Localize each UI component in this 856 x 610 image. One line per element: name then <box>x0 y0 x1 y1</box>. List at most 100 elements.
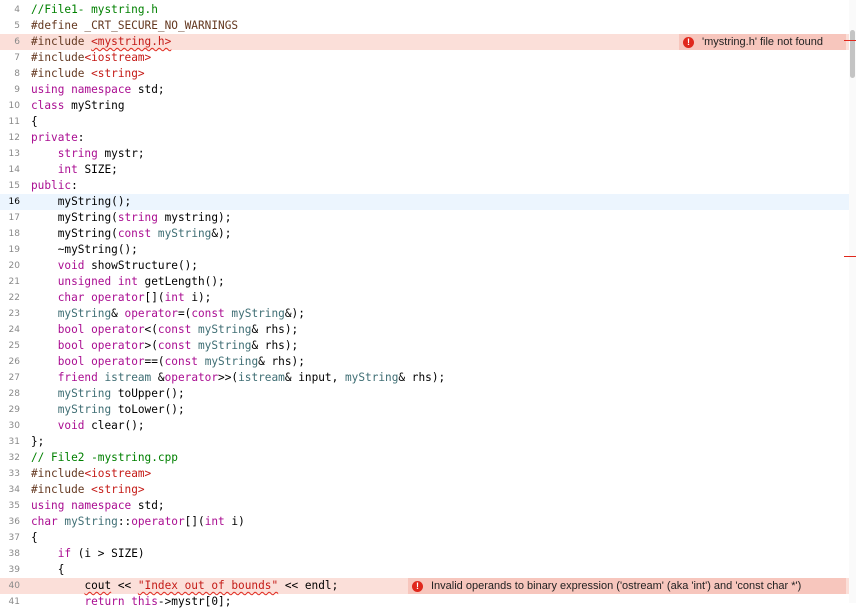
code-line[interactable]: 20 void showStructure(); <box>0 258 856 274</box>
code-line[interactable]: 39 { <box>0 562 856 578</box>
code-line[interactable]: 32 // File2 -mystring.cpp <box>0 450 856 466</box>
code-text[interactable]: string mystr; <box>31 146 145 162</box>
code-text[interactable]: unsigned int getLength(); <box>31 274 225 290</box>
code-line[interactable]: 10 class myString <box>0 98 856 114</box>
code-line[interactable]: 34 #include <string> <box>0 482 856 498</box>
code-line[interactable]: 30 void clear(); <box>0 418 856 434</box>
error-marker[interactable] <box>844 40 856 41</box>
code-token: myString <box>344 371 399 384</box>
code-line[interactable]: 17 myString(string mystring); <box>0 210 856 226</box>
code-text[interactable]: ~myString(); <box>31 242 138 258</box>
code-token: }; <box>31 435 45 448</box>
code-text[interactable]: return this->mystr[0]; <box>31 594 231 610</box>
code-text[interactable]: bool operator<(const myString& rhs); <box>31 322 298 338</box>
code-text[interactable]: bool operator>(const myString& rhs); <box>31 338 298 354</box>
code-line[interactable]: 26 bool operator==(const myString& rhs); <box>0 354 856 370</box>
scrollbar[interactable] <box>844 0 856 603</box>
code-token: << endl; <box>278 579 339 592</box>
code-line[interactable]: 8 #include <string> <box>0 66 856 82</box>
code-text[interactable]: void clear(); <box>31 418 145 434</box>
code-line[interactable]: 12 private: <box>0 130 856 146</box>
code-text[interactable]: #include <string> <box>31 482 145 498</box>
code-text[interactable]: }; <box>31 434 44 450</box>
code-text[interactable]: myString(string mystring); <box>31 210 232 226</box>
code-line[interactable]: 11 { <box>0 114 856 130</box>
code-text[interactable]: void showStructure(); <box>31 258 198 274</box>
code-text[interactable]: if (i > SIZE) <box>31 546 145 562</box>
error-token: <mystring.h> <box>91 35 172 48</box>
code-text[interactable]: #include<iostream> <box>31 466 151 482</box>
code-line[interactable]: 24 bool operator<(const myString& rhs); <box>0 322 856 338</box>
code-line[interactable]: 21 unsigned int getLength(); <box>0 274 856 290</box>
code-line[interactable]: 27 friend istream &operator>>(istream& i… <box>0 370 856 386</box>
code-line[interactable]: 41 return this->mystr[0]; <box>0 594 856 610</box>
code-text[interactable]: friend istream &operator>>(istream& inpu… <box>31 370 445 386</box>
code-token: bool operator <box>57 323 145 336</box>
code-text[interactable]: #include<iostream> <box>31 50 151 66</box>
code-text[interactable]: #include <string> <box>31 66 145 82</box>
code-editor[interactable]: 4 //File1- mystring.h 5 #define _CRT_SECURE… <box>0 2 856 610</box>
code-line[interactable]: 36 char myString::operator[](int i) <box>0 514 856 530</box>
code-text[interactable]: //File1- mystring.h <box>31 2 158 18</box>
code-text[interactable]: { <box>31 562 65 578</box>
code-line[interactable]: 28 myString toUpper(); <box>0 386 856 402</box>
code-text[interactable]: public: <box>31 178 78 194</box>
code-line[interactable]: 5 #define _CRT_SECURE_NO_WARNINGS <box>0 18 856 34</box>
code-token: const <box>157 339 192 352</box>
code-text[interactable]: myString& operator=(const myString&); <box>31 306 305 322</box>
code-line-current[interactable]: 16 myString(); <box>0 194 856 210</box>
code-token: #include <box>31 51 85 64</box>
code-text[interactable]: #include <mystring.h> <box>31 34 171 50</box>
error-diagnostic[interactable]: ! Invalid operands to binary expression (… <box>408 578 846 594</box>
code-text[interactable]: myString toUpper(); <box>31 386 185 402</box>
code-text[interactable]: class myString <box>31 98 125 114</box>
code-text[interactable]: #define _CRT_SECURE_NO_WARNINGS <box>31 18 238 34</box>
code-text[interactable]: using namespace std; <box>31 82 165 98</box>
code-line[interactable]: 4 //File1- mystring.h <box>0 2 856 18</box>
code-text[interactable]: // File2 -mystring.cpp <box>31 450 178 466</box>
code-line[interactable]: 9 using namespace std; <box>0 82 856 98</box>
line-number: 24 <box>8 325 20 335</box>
code-text[interactable]: char myString::operator[](int i) <box>31 514 245 530</box>
code-text[interactable]: private: <box>31 130 84 146</box>
code-line[interactable]: 7 #include<iostream> <box>0 50 856 66</box>
error-diagnostic[interactable]: ! 'mystring.h' file not found <box>679 34 846 50</box>
code-line-error[interactable]: 6 #include <mystring.h>! 'mystring.h' file… <box>0 34 856 50</box>
code-text[interactable]: char operator[](int i); <box>31 290 212 306</box>
code-line[interactable]: 25 bool operator>(const myString& rhs); <box>0 338 856 354</box>
code-token: i); <box>184 291 212 304</box>
line-number: 29 <box>8 405 20 415</box>
code-line[interactable]: 22 char operator[](int i); <box>0 290 856 306</box>
scroll-thumb[interactable] <box>850 30 855 78</box>
code-text[interactable]: myString toLower(); <box>31 402 185 418</box>
code-token: operator <box>131 515 185 528</box>
code-line[interactable]: 35 using namespace std; <box>0 498 856 514</box>
error-marker[interactable] <box>844 256 856 257</box>
code-line[interactable]: 18 myString(const myString&); <box>0 226 856 242</box>
code-line[interactable]: 38 if (i > SIZE) <box>0 546 856 562</box>
code-line[interactable]: 31}; <box>0 434 856 450</box>
code-line-error[interactable]: 40 cout << "Index out of bounds" << endl… <box>0 578 856 594</box>
code-token: & rhs); <box>251 339 299 352</box>
code-line[interactable]: 37 { <box>0 530 856 546</box>
code-text[interactable]: { <box>31 114 38 130</box>
code-line[interactable]: 33 #include<iostream> <box>0 466 856 482</box>
code-text[interactable]: { <box>31 530 38 546</box>
code-text[interactable]: int SIZE; <box>31 162 118 178</box>
code-text[interactable]: myString(); <box>31 194 131 210</box>
code-text[interactable]: cout << "Index out of bounds" << endl; <box>31 578 338 594</box>
code-line[interactable]: 19 ~myString(); <box>0 242 856 258</box>
code-text[interactable]: myString(const myString&); <box>31 226 232 242</box>
line-number: 12 <box>8 133 20 143</box>
code-text[interactable]: using namespace std; <box>31 498 165 514</box>
code-line[interactable]: 29 myString toLower(); <box>0 402 856 418</box>
code-line[interactable]: 14 int SIZE; <box>0 162 856 178</box>
code-line[interactable]: 23 myString& operator=(const myString&); <box>0 306 856 322</box>
code-text[interactable]: bool operator==(const myString& rhs); <box>31 354 305 370</box>
code-line[interactable]: 13 string mystr; <box>0 146 856 162</box>
code-line[interactable]: 15 public: <box>0 178 856 194</box>
